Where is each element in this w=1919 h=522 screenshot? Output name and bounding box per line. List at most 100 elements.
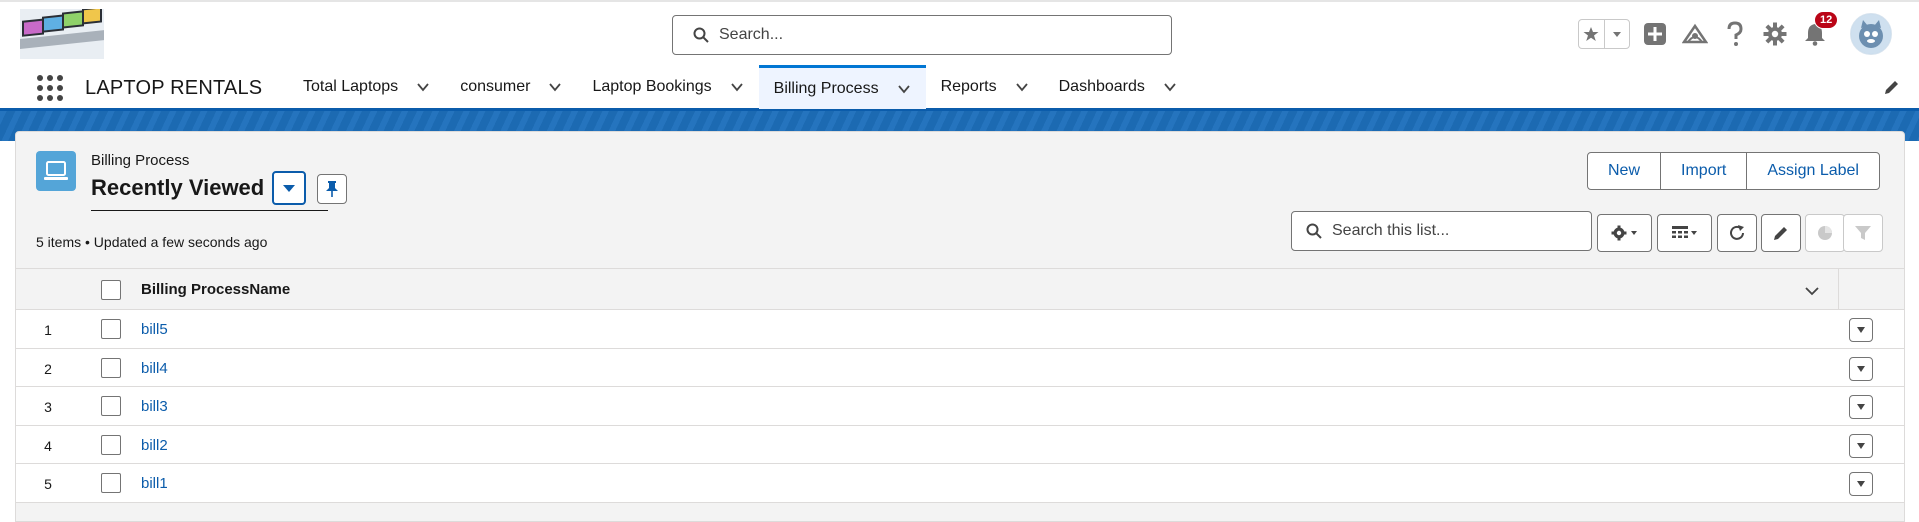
new-button[interactable]: New — [1588, 153, 1660, 189]
table-row: 3 bill3 — [16, 387, 1904, 426]
select-all-checkbox[interactable] — [101, 280, 121, 300]
chevron-down-icon — [283, 185, 295, 192]
tab-label: Billing Process — [773, 79, 879, 97]
gear-icon — [1611, 225, 1637, 241]
table-icon — [1671, 226, 1697, 238]
row-checkbox[interactable] — [101, 319, 121, 339]
global-add-icon[interactable] — [1640, 19, 1670, 49]
tab-dashboards[interactable]: Dashboards — [1044, 65, 1192, 109]
search-icon — [1306, 223, 1322, 239]
chevron-down-icon[interactable] — [1163, 80, 1177, 94]
tab-laptop-bookings[interactable]: Laptop Bookings — [577, 65, 758, 109]
refresh-button[interactable] — [1717, 214, 1757, 252]
column-divider — [1838, 269, 1839, 311]
row-checkbox[interactable] — [101, 396, 121, 417]
row-actions-button[interactable] — [1849, 472, 1873, 497]
notification-count-badge: 12 — [1814, 11, 1839, 29]
chevron-down-icon — [1857, 365, 1865, 372]
app-nav-bar: LAPTOP RENTALS Total Laptops consumer La… — [0, 63, 1919, 111]
filter-button[interactable] — [1843, 214, 1883, 252]
record-link[interactable]: bill4 — [141, 360, 168, 377]
record-link[interactable]: bill3 — [141, 398, 168, 415]
record-link[interactable]: bill1 — [141, 475, 168, 492]
edit-list-button[interactable] — [1761, 214, 1801, 252]
table-header-row: Billing ProcessName — [16, 268, 1904, 311]
table-row: 2 bill4 — [16, 348, 1904, 388]
row-number: 5 — [44, 476, 52, 493]
tab-billing-process[interactable]: Billing Process — [758, 65, 926, 109]
app-name: LAPTOP RENTALS — [85, 77, 263, 99]
chevron-down-icon — [1857, 404, 1865, 411]
list-view-panel: Billing Process Recently Viewed New Impo… — [15, 131, 1905, 522]
list-actions-button-group: New Import Assign Label — [1587, 152, 1880, 190]
trailhead-icon[interactable] — [1680, 19, 1710, 49]
chevron-down-icon[interactable] — [416, 80, 430, 94]
row-checkbox[interactable] — [101, 357, 121, 378]
row-actions-button[interactable] — [1849, 395, 1873, 420]
chevron-down-icon[interactable] — [1015, 80, 1029, 94]
column-header-name[interactable]: Billing ProcessName — [141, 281, 290, 298]
tab-label: Laptop Bookings — [592, 78, 712, 95]
favorites-button-group[interactable] — [1578, 19, 1630, 49]
global-search-input[interactable]: Search... — [672, 15, 1172, 55]
help-icon[interactable] — [1720, 19, 1750, 49]
row-number: 2 — [44, 360, 52, 377]
table-row: 5 bill1 — [16, 464, 1904, 503]
refresh-icon — [1730, 225, 1744, 240]
list-view-controls-button[interactable] — [1597, 214, 1652, 252]
org-logo[interactable] — [20, 9, 104, 59]
search-icon — [693, 27, 709, 43]
pin-icon — [326, 181, 338, 197]
setup-gear-icon[interactable] — [1760, 19, 1790, 49]
row-number: 4 — [44, 437, 52, 454]
chevron-down-icon[interactable] — [897, 82, 911, 96]
tab-reports[interactable]: Reports — [926, 65, 1044, 109]
table-row: 1 bill5 — [16, 310, 1904, 349]
global-header: Search... 12 — [0, 0, 1919, 63]
header-utility-icons: 12 — [1578, 11, 1892, 55]
row-actions-button[interactable] — [1849, 356, 1873, 381]
assign-label-button[interactable]: Assign Label — [1746, 153, 1879, 189]
import-button[interactable]: Import — [1660, 153, 1746, 189]
chevron-down-icon — [1857, 442, 1865, 449]
chevron-down-icon[interactable] — [548, 80, 562, 94]
tab-consumer[interactable]: consumer — [445, 65, 577, 109]
record-link[interactable]: bill5 — [141, 321, 168, 338]
charts-button[interactable] — [1805, 214, 1845, 252]
laptop-object-icon — [36, 151, 76, 191]
row-actions-button[interactable] — [1849, 318, 1873, 342]
table-row: 4 bill2 — [16, 425, 1904, 465]
tab-label: Reports — [940, 78, 997, 95]
chevron-down-icon[interactable] — [1804, 283, 1820, 299]
row-checkbox[interactable] — [101, 434, 121, 455]
display-as-table-button[interactable] — [1657, 214, 1712, 252]
favorites-star-icon[interactable] — [1579, 20, 1604, 48]
row-number: 3 — [44, 399, 52, 416]
tab-label: Dashboards — [1058, 78, 1145, 95]
tab-total-laptops[interactable]: Total Laptops — [288, 65, 445, 109]
row-checkbox[interactable] — [101, 473, 121, 494]
list-meta-info: 5 items • Updated a few seconds ago — [36, 234, 268, 250]
title-underline — [91, 210, 328, 211]
pie-chart-icon — [1818, 226, 1832, 240]
tab-label: Total Laptops — [303, 78, 399, 95]
row-actions-button[interactable] — [1849, 433, 1873, 458]
chevron-down-icon — [1857, 327, 1865, 333]
object-label: Billing Process — [91, 152, 190, 169]
notifications-bell-icon[interactable]: 12 — [1800, 11, 1839, 49]
user-avatar[interactable] — [1850, 13, 1892, 55]
global-search-placeholder: Search... — [719, 26, 784, 43]
favorites-list-chevron-icon[interactable] — [1603, 20, 1629, 48]
app-launcher-icon[interactable] — [36, 74, 64, 102]
row-number: 1 — [44, 322, 52, 338]
list-view-picker-button[interactable] — [272, 171, 306, 205]
chevron-down-icon — [1857, 481, 1865, 488]
list-view-title[interactable]: Recently Viewed — [91, 175, 264, 201]
nav-tabs: Total Laptops consumer Laptop Bookings B… — [288, 65, 1192, 109]
filter-icon — [1855, 226, 1871, 240]
record-link[interactable]: bill2 — [141, 437, 168, 454]
chevron-down-icon[interactable] — [730, 80, 744, 94]
pin-list-view-button[interactable] — [317, 174, 347, 204]
edit-nav-pencil-icon[interactable] — [1883, 78, 1901, 96]
list-search-input[interactable]: Search this list... — [1291, 211, 1592, 251]
